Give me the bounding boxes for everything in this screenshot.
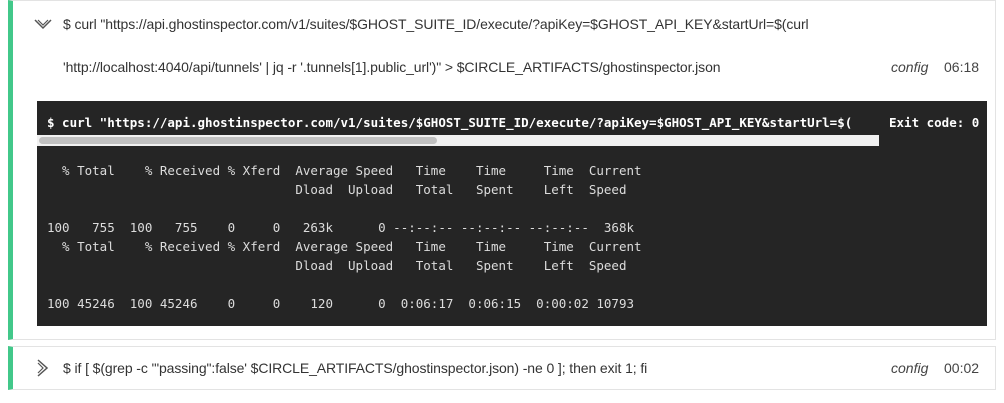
horizontal-scrollbar[interactable] bbox=[37, 135, 879, 146]
terminal-log: % Total % Received % Xferd Average Speed… bbox=[47, 163, 642, 311]
build-step-curl: $ curl "https://api.ghostinspector.com/v… bbox=[8, 0, 996, 340]
build-step-grep[interactable]: $ if [ $(grep -c '"passing":false' $CIRC… bbox=[8, 346, 996, 390]
step-duration: 06:18 bbox=[944, 59, 980, 75]
step-duration: 00:02 bbox=[944, 360, 980, 376]
chevron-right-icon[interactable] bbox=[32, 357, 54, 379]
chevron-down-icon[interactable] bbox=[32, 13, 54, 35]
exit-code: Exit code: 0 bbox=[889, 115, 980, 130]
step-source-label: config bbox=[891, 360, 929, 376]
scrollbar-thumb[interactable] bbox=[39, 137, 437, 144]
terminal-command-header: $ curl "https://api.ghostinspector.com/v… bbox=[37, 101, 879, 149]
step-command-line-1[interactable]: $ curl "https://api.ghostinspector.com/v… bbox=[63, 16, 809, 32]
step-command-line-1[interactable]: $ if [ $(grep -c '"passing":false' $CIRC… bbox=[63, 360, 647, 376]
terminal-output: $ curl "https://api.ghostinspector.com/v… bbox=[37, 101, 987, 326]
terminal-command: $ curl "https://api.ghostinspector.com/v… bbox=[47, 115, 853, 130]
step-source-label: config bbox=[891, 59, 929, 75]
step-command-line-2[interactable]: 'http://localhost:4040/api/tunnels' | jq… bbox=[63, 59, 721, 75]
